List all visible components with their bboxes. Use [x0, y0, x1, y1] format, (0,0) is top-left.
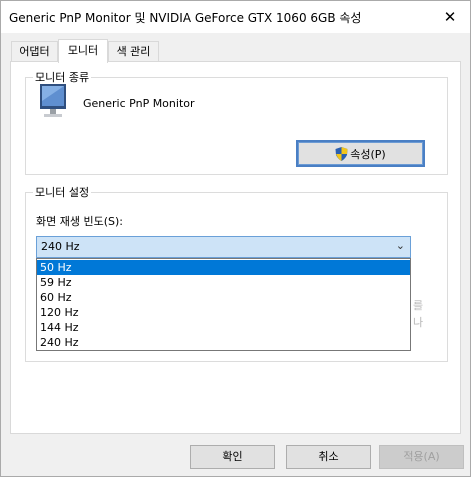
tab-monitor[interactable]: 모니터	[58, 39, 108, 63]
option-50hz[interactable]: 50 Hz	[37, 260, 410, 275]
cancel-button[interactable]: 취소	[286, 445, 371, 469]
monitor-icon	[40, 84, 66, 117]
option-120hz[interactable]: 120 Hz	[37, 305, 410, 320]
tab-color-management[interactable]: 색 관리	[108, 41, 159, 61]
properties-button-label: 속성(P)	[350, 147, 386, 161]
uac-shield-icon	[335, 146, 348, 161]
chevron-down-icon: ⌄	[395, 239, 405, 252]
hidden-text-fragment: 를	[413, 299, 424, 312]
tab-adapter[interactable]: 어댑터	[11, 41, 58, 61]
properties-dialog: Generic PnP Monitor 및 NVIDIA GeForce GTX…	[0, 0, 471, 477]
option-240hz[interactable]: 240 Hz	[37, 335, 410, 350]
monitor-settings-label: 모니터 설정	[33, 184, 92, 200]
refresh-rate-label: 화면 재생 빈도(S):	[36, 215, 123, 228]
monitor-name: Generic PnP Monitor	[83, 97, 195, 110]
hidden-text-fragment: 나	[413, 316, 424, 329]
selected-value: 240 Hz	[41, 240, 80, 253]
refresh-rate-select[interactable]: 240 Hz ⌄	[36, 236, 411, 258]
ok-button[interactable]: 확인	[190, 445, 275, 469]
option-144hz[interactable]: 144 Hz	[37, 320, 410, 335]
option-60hz[interactable]: 60 Hz	[37, 290, 410, 305]
title-bar: Generic PnP Monitor 및 NVIDIA GeForce GTX…	[1, 1, 470, 33]
tab-label: 어댑터	[19, 45, 50, 58]
tab-label: 색 관리	[116, 45, 151, 58]
tab-label: 모니터	[67, 44, 99, 57]
apply-button[interactable]: 적용(A)	[379, 445, 464, 469]
close-icon[interactable]: ✕	[430, 1, 470, 33]
properties-button[interactable]: 속성(P)	[296, 140, 425, 167]
refresh-rate-dropdown: 50 Hz 59 Hz 60 Hz 120 Hz 144 Hz 240 Hz	[36, 258, 411, 351]
window-title: Generic PnP Monitor 및 NVIDIA GeForce GTX…	[9, 11, 362, 25]
option-59hz[interactable]: 59 Hz	[37, 275, 410, 290]
